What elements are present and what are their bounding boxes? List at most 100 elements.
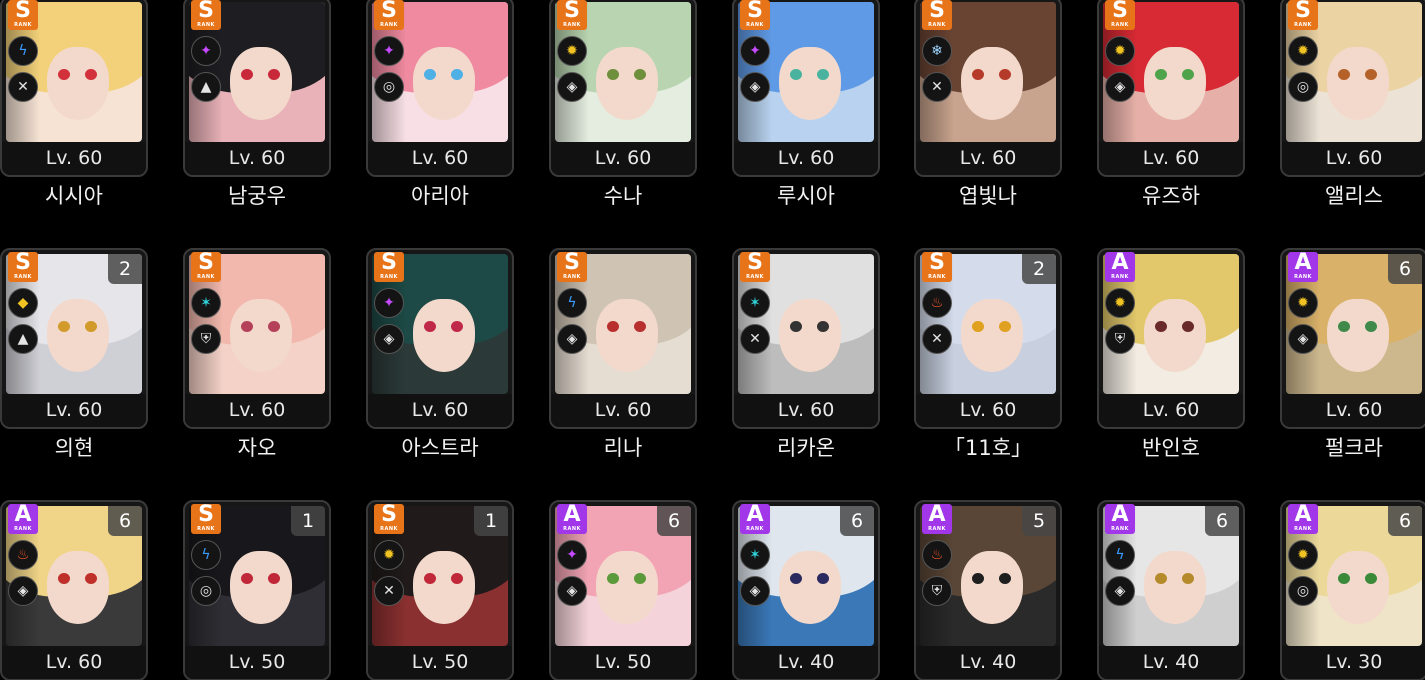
rupture-icon: ◈ [557,576,587,606]
character-card[interactable]: S RANK ✦ ▲ Lv. 60 [183,0,331,177]
anomaly-icon: ▲ [191,72,221,102]
rank-sub-label: RANK [746,274,764,280]
rank-letter: A [1294,502,1312,527]
character-card[interactable]: S RANK ❄ ✕ Lv. 60 [914,0,1062,177]
character-name: 남궁우 [228,184,286,208]
rank-badge-s: S RANK [191,0,221,30]
character-card[interactable]: S RANK ✹ ◈ Lv. 60 [549,0,697,177]
physical-icon: ✹ [374,540,404,570]
character-card[interactable]: S RANK ✹ ◈ Lv. 60 [1097,0,1245,177]
rank-letter: A [14,502,32,527]
frost-icon: ✶ [740,540,770,570]
character-name: 앨리스 [1325,184,1383,208]
rank-badge-s: S RANK [1288,0,1318,30]
character-name: 아스트라 [401,436,479,460]
character-card[interactable]: S RANK ✶ ⛨ Lv. 60 [183,248,331,429]
rank-badge-a: A RANK [1288,252,1318,282]
character-card[interactable]: S RANK ◆ ▲ 2 Lv. 60 [0,248,148,429]
fire-icon: ♨ [922,540,952,570]
physical-icon: ✹ [557,36,587,66]
character-grid: S RANK ϟ ✕ Lv. 60 시시아 S RANK ✦ ▲ Lv. 60 남궁우 S RANK ✦ ◎ L… [0,0,1425,680]
character-card[interactable]: S RANK ✹ ◎ Lv. 60 [1280,0,1425,177]
level-label: Lv. 60 [916,142,1060,175]
character-card[interactable]: A RANK ✹ ⛨ Lv. 60 [1097,248,1245,429]
rank-letter: A [1111,502,1129,527]
character-card[interactable]: S RANK ϟ ◈ Lv. 60 [549,248,697,429]
character-card[interactable]: A RANK ϟ ◈ 6 Lv. 40 [1097,500,1245,680]
level-label: Lv. 60 [916,394,1060,427]
character-card[interactable]: S RANK ✦ ◈ Lv. 60 [366,248,514,429]
physical-icon: ✹ [1288,36,1318,66]
character-card[interactable]: A RANK ♨ ◈ 6 Lv. 60 [0,500,148,680]
character-card[interactable]: A RANK ✹ ◎ 6 Lv. 30 [1280,500,1425,680]
mindscape-count-badge: 6 [1388,254,1422,284]
rank-letter: S [929,0,945,23]
ether-icon: ✦ [557,540,587,570]
attack-icon: ✕ [922,324,952,354]
rank-badge-s: S RANK [374,0,404,30]
level-label: Lv. 60 [1282,142,1425,175]
character-card[interactable]: S RANK ✦ ◈ Lv. 60 [732,0,880,177]
rank-letter: S [747,0,763,23]
anomaly-icon: ◎ [1288,72,1318,102]
level-label: Lv. 60 [185,142,329,175]
character-card[interactable]: S RANK ✶ ✕ Lv. 60 [732,248,880,429]
physical-icon: ✹ [1105,36,1135,66]
rank-badge-s: S RANK [8,0,38,30]
mindscape-count-badge: 6 [1388,506,1422,536]
rank-letter: S [564,250,580,275]
rank-letter: S [15,250,31,275]
mindscape-count-badge: 6 [657,506,691,536]
rupture-icon: ◈ [740,72,770,102]
character-name: 루시아 [777,184,835,208]
character-card[interactable]: A RANK ✶ ◈ 6 Lv. 40 [732,500,880,680]
anomaly-icon: ◎ [191,576,221,606]
level-label: Lv. 40 [734,646,878,679]
rank-badge-s: S RANK [740,0,770,30]
rank-sub-label: RANK [1111,526,1129,532]
fire-icon: ♨ [8,540,38,570]
level-label: Lv. 60 [551,142,695,175]
rank-badge-s: S RANK [1105,0,1135,30]
character-name: 수나 [603,184,643,208]
character-card[interactable]: A RANK ♨ ⛨ 5 Lv. 40 [914,500,1062,680]
rank-badge-a: A RANK [8,504,38,534]
character-card[interactable]: S RANK ϟ ◎ 1 Lv. 50 [183,500,331,680]
fire-icon: ♨ [922,288,952,318]
character-name: 엽빛나 [959,184,1017,208]
rank-sub-label: RANK [197,274,215,280]
ether-icon: ✦ [374,36,404,66]
physical-icon: ✹ [1288,288,1318,318]
character-card[interactable]: S RANK ✦ ◎ Lv. 60 [366,0,514,177]
level-label: Lv. 60 [368,394,512,427]
attack-icon: ✕ [922,72,952,102]
anomaly-icon: ▲ [8,324,38,354]
character-card[interactable]: A RANK ✹ ◈ 6 Lv. 60 [1280,248,1425,429]
character-card[interactable]: S RANK ϟ ✕ Lv. 60 [0,0,148,177]
rank-sub-label: RANK [380,526,398,532]
character-card[interactable]: S RANK ♨ ✕ 2 Lv. 60 [914,248,1062,429]
level-label: Lv. 60 [2,142,146,175]
electric-icon: ϟ [8,36,38,66]
rank-sub-label: RANK [14,22,32,28]
rank-badge-s: S RANK [191,252,221,282]
character-card[interactable]: S RANK ✹ ✕ 1 Lv. 50 [366,500,514,680]
stun-icon: ◈ [1105,576,1135,606]
level-label: Lv. 60 [1099,142,1243,175]
physical-icon: ✹ [1288,540,1318,570]
rank-sub-label: RANK [1294,526,1312,532]
rank-letter: S [564,0,580,23]
character-name: 리카온 [777,436,835,460]
mindscape-count-badge: 1 [291,506,325,536]
rank-sub-label: RANK [1294,22,1312,28]
mindscape-count-badge: 6 [1205,506,1239,536]
character-card[interactable]: A RANK ✦ ◈ 6 Lv. 50 [549,500,697,680]
rank-letter: A [746,502,764,527]
mindscape-count-badge: 6 [840,506,874,536]
rupture-icon: ◈ [1105,72,1135,102]
level-label: Lv. 60 [2,646,146,679]
electric-icon: ϟ [557,288,587,318]
frost-icon: ✶ [191,288,221,318]
electric-icon: ϟ [1105,540,1135,570]
rank-sub-label: RANK [197,526,215,532]
